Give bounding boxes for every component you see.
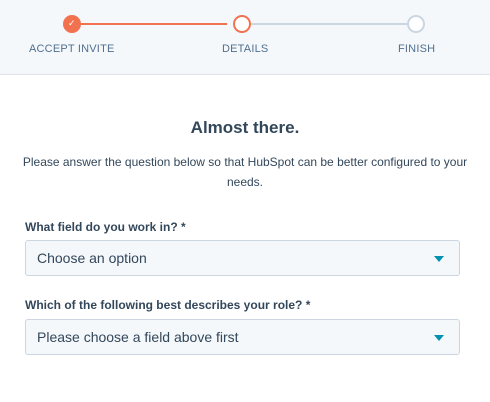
caret-down-icon: [434, 256, 444, 262]
progress-stepper: ✓ ACCEPT INVITE DETAILS FINISH: [0, 0, 490, 75]
stepper-track-remaining: [251, 23, 407, 25]
step-finish-dot: [407, 15, 425, 33]
work-field-select[interactable]: Choose an option: [25, 240, 460, 276]
step-details-dot: [233, 15, 251, 33]
check-icon: ✓: [68, 19, 76, 29]
step-label-finish: FINISH: [398, 43, 436, 55]
stepper-track-completed: [81, 23, 227, 25]
step-accept-invite-dot: ✓: [63, 15, 81, 33]
step-label-details: DETAILS: [222, 43, 269, 55]
page-subtitle: Please answer the question below so that…: [22, 155, 468, 189]
step-label-accept-invite: ACCEPT INVITE: [29, 43, 115, 55]
page-title: Almost there.: [190, 118, 300, 137]
role-field-select[interactable]: Please choose a field above first: [25, 319, 460, 355]
role-field-label: Which of the following best describes yo…: [25, 298, 311, 312]
caret-down-icon: [434, 335, 444, 341]
work-field-select-value: Choose an option: [37, 250, 147, 266]
work-field-label: What field do you work in? *: [25, 220, 186, 234]
role-field-select-value: Please choose a field above first: [37, 329, 239, 345]
